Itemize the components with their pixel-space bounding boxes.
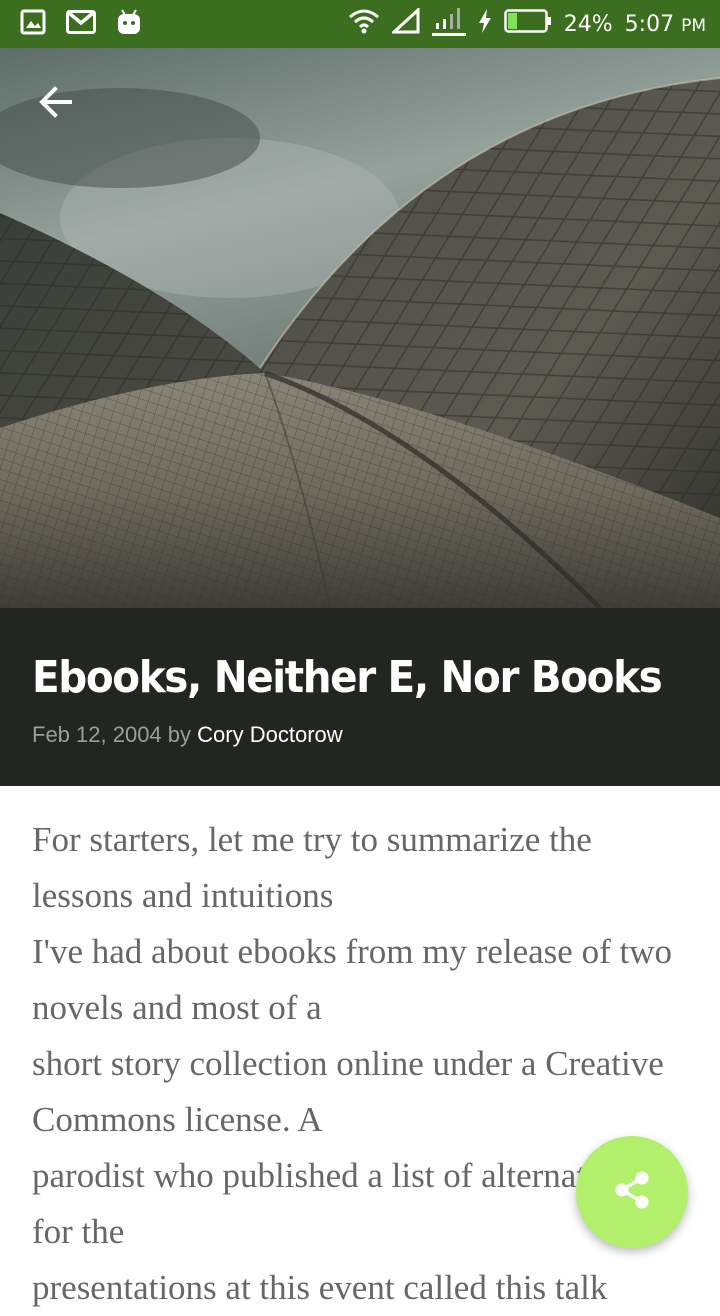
signal-icon [389,6,420,40]
post-header: Ebooks, Neither E, Nor Books Feb 12, 200… [0,608,720,786]
back-button[interactable] [24,72,88,136]
article-body: For starters, let me try to summarize th… [32,812,692,1316]
post-by: by [167,722,192,747]
clock: 5:07 PM [625,12,706,37]
battery-percent: 24% [563,11,613,37]
gallery-icon [20,9,46,40]
post-title: Ebooks, Neither E, Nor Books [32,652,663,703]
article-line: short story collection online under a Cr… [32,1044,664,1139]
article-line: For starters, let me try to summarize th… [32,820,592,915]
post-date: Feb 12, 2004 [32,722,162,747]
battery-icon [504,9,552,39]
clock-time: 5:07 [624,11,675,37]
wifi-icon [348,8,380,40]
post-author[interactable]: Cory Doctorow [197,722,342,747]
charging-icon [478,9,492,39]
hero-image [0,48,720,608]
arrow-left-icon [38,84,74,125]
gmail-icon [66,9,96,39]
share-icon [610,1168,654,1217]
share-button[interactable] [576,1136,688,1248]
article-line: I've had about ebooks from my release of… [32,932,672,1027]
mobile-data-icon [431,5,466,43]
post-meta: Feb 12, 2004 by Cory Doctorow [32,722,688,748]
status-bar: 24% 5:07 PM [0,0,720,48]
android-icon [116,8,142,41]
article-line: presentations at this event called this … [32,1268,608,1307]
clock-suffix: PM [681,15,706,36]
